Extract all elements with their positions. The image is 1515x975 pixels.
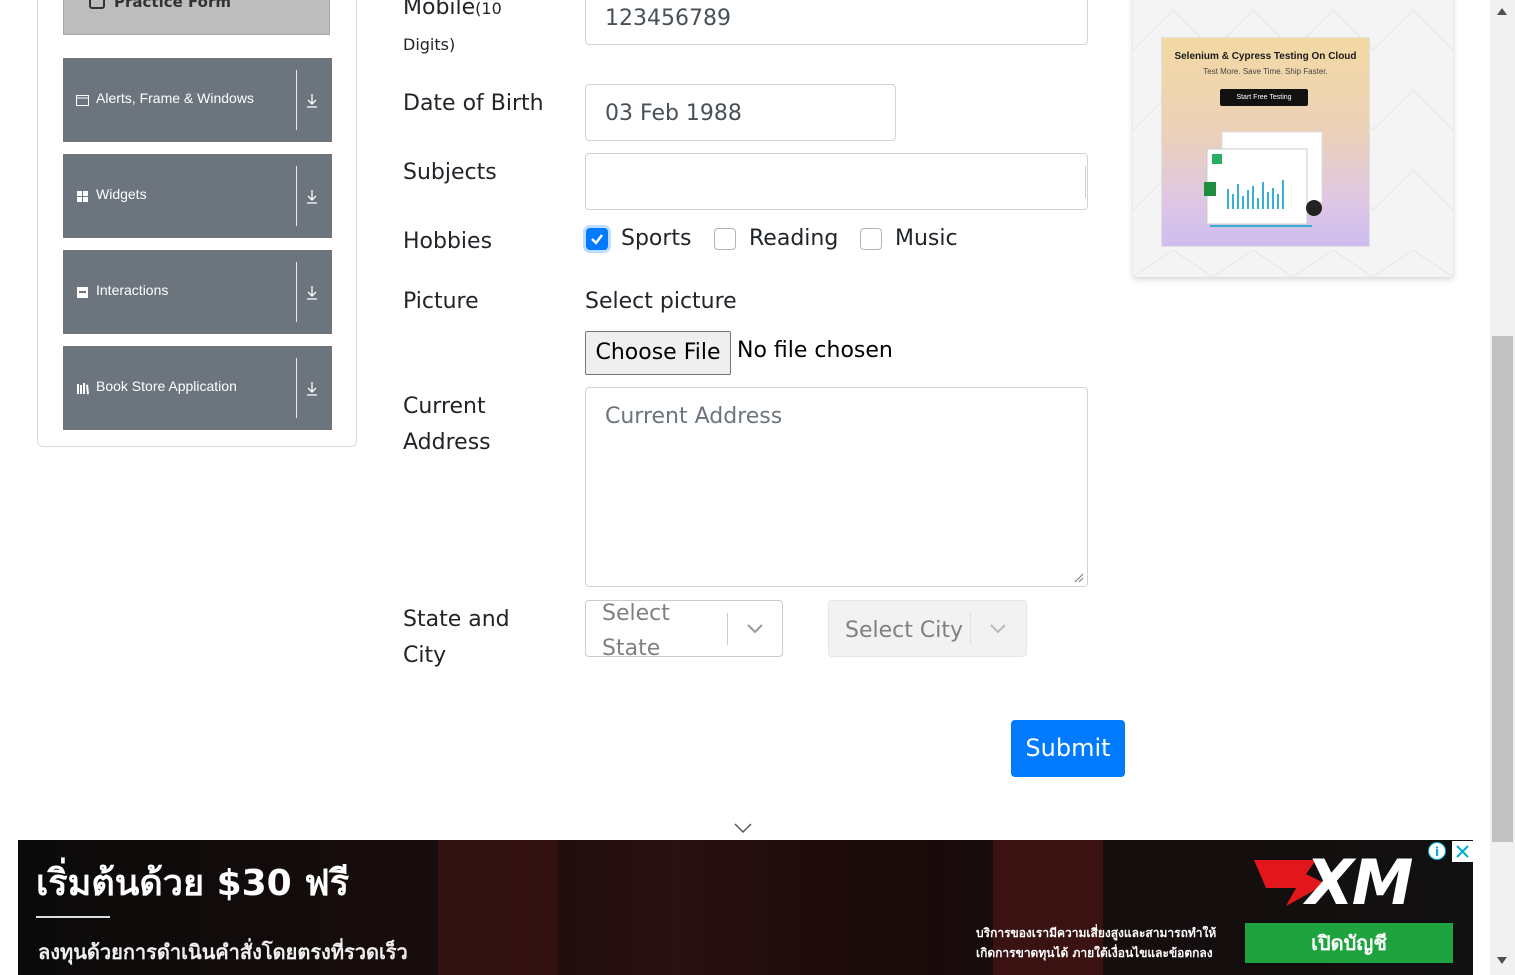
- city-placeholder: Select City: [845, 618, 963, 643]
- submit-button[interactable]: Submit: [1011, 720, 1125, 777]
- close-icon: [1456, 845, 1469, 858]
- side-advertisement[interactable]: Selenium & Cypress Testing On Cloud Test…: [1133, 0, 1453, 277]
- subjects-input[interactable]: [585, 153, 1088, 210]
- state-city-label-1: State and: [403, 607, 510, 632]
- bottom-advertisement[interactable]: เริ่มต้นด้วย $30 ฟรี ลงทุนด้วยการดำเนินค…: [18, 840, 1473, 975]
- city-select[interactable]: Select City: [828, 600, 1027, 657]
- ad-info-icon[interactable]: i: [1428, 842, 1446, 860]
- sidebar-item-label: Interactions: [96, 282, 169, 298]
- resize-grip-icon[interactable]: [1074, 573, 1084, 583]
- state-select[interactable]: Select State: [585, 600, 783, 657]
- hobbies-label: Hobbies: [403, 229, 493, 254]
- interactions-icon: [77, 287, 88, 298]
- ad-card[interactable]: Selenium & Cypress Testing On Cloud Test…: [1161, 37, 1370, 247]
- ad-cta-button[interactable]: Start Free Testing: [1220, 89, 1308, 106]
- scrollbar-thumb[interactable]: [1492, 336, 1513, 842]
- widgets-grid-icon: [77, 191, 88, 202]
- sidebar-item-practice-form[interactable]: Practice Form: [63, 0, 330, 35]
- open-account-button[interactable]: เปิดบัญชี: [1245, 923, 1453, 963]
- choose-file-button[interactable]: Choose File: [585, 331, 731, 375]
- sidebar-item-label: Widgets: [96, 186, 147, 202]
- date-of-birth-input[interactable]: 03 Feb 1988: [585, 84, 896, 141]
- hobby-sports-checkbox[interactable]: [586, 228, 608, 250]
- ad-disclaimer-line-2: เกิดการขาดทุนได้ ภายใต้เงื่อนไขและข้อตกล…: [976, 946, 1213, 960]
- divider: [296, 262, 297, 322]
- form-icon: [89, 0, 105, 9]
- scroll-up-arrow-icon[interactable]: [1497, 8, 1507, 15]
- hobby-music-label[interactable]: Music: [895, 226, 958, 251]
- download-arrow-icon[interactable]: [299, 278, 325, 306]
- sidebar-item-interactions[interactable]: Interactions: [63, 250, 332, 334]
- subjects-label: Subjects: [403, 160, 497, 185]
- download-arrow-icon[interactable]: [299, 182, 325, 210]
- sidebar-item-book-store[interactable]: Book Store Application: [63, 346, 332, 430]
- books-icon: [77, 383, 89, 395]
- chevron-down-icon[interactable]: [746, 621, 764, 635]
- hobby-reading-label[interactable]: Reading: [749, 226, 838, 251]
- divider: [296, 166, 297, 226]
- mobile-label: Mobile(10: [403, 0, 502, 27]
- ad-disclaimer-line-1: บริการของเรามีความเสี่ยงสูงและสามารถทำให…: [976, 926, 1217, 940]
- ad-close-button[interactable]: [1452, 841, 1473, 862]
- scroll-down-arrow-icon[interactable]: [1497, 957, 1507, 964]
- ad-subtitle: Test More. Save Time. Ship Faster.: [1203, 67, 1328, 76]
- mobile-digits-note: (10: [475, 0, 502, 18]
- hobby-reading-checkbox[interactable]: [714, 228, 736, 250]
- ad-brand-logo: XM: [1306, 846, 1413, 919]
- current-address-placeholder: Current Address: [605, 404, 783, 429]
- sidebar-item-label: Book Store Application: [96, 378, 237, 394]
- download-arrow-icon[interactable]: [299, 86, 325, 114]
- ad-divider: [36, 916, 110, 918]
- divider: [296, 70, 297, 130]
- ad-background-block: [438, 840, 558, 975]
- subjects-cursor: [1085, 166, 1086, 198]
- dob-value: 03 Feb 1988: [605, 101, 742, 126]
- ad-disclaimer: บริการของเรามีความเสี่ยงสูงและสามารถทำให…: [976, 923, 1246, 963]
- checkmark-icon: [591, 234, 603, 245]
- file-status-text: No file chosen: [737, 338, 893, 363]
- sidebar-item-alerts-frame-windows[interactable]: Alerts, Frame & Windows: [63, 58, 332, 142]
- download-arrow-icon[interactable]: [299, 374, 325, 402]
- state-city-label-2: City: [403, 643, 447, 668]
- state-placeholder-2: State: [602, 636, 661, 657]
- mobile-input-value: 123456789: [605, 6, 731, 31]
- current-address-label-2: Address: [403, 430, 491, 455]
- window-icon: [76, 95, 89, 106]
- hobby-music-checkbox[interactable]: [860, 228, 882, 250]
- sidebar-item-widgets[interactable]: Widgets: [63, 154, 332, 238]
- chevron-down-icon[interactable]: [989, 621, 1007, 635]
- current-address-label-1: Current: [403, 394, 486, 419]
- state-placeholder-1: Select: [602, 601, 670, 626]
- hobby-sports-label[interactable]: Sports: [621, 226, 692, 251]
- divider: [296, 358, 297, 418]
- mobile-input[interactable]: 123456789: [585, 0, 1088, 45]
- chevron-down-icon[interactable]: [733, 821, 753, 835]
- mobile-digits-note-2: Digits): [403, 35, 456, 54]
- current-address-textarea[interactable]: Current Address: [585, 387, 1088, 587]
- sidebar-item-label: Practice Form: [114, 0, 231, 11]
- ad-subline: ลงทุนด้วยการดำเนินคำสั่งโดยตรงที่รวดเร็ว: [38, 940, 408, 964]
- ad-headline: เริ่มต้นด้วย $30 ฟรี: [36, 863, 350, 904]
- dashboard-illustration-icon: [1204, 131, 1323, 227]
- sidebar-item-label: Alerts, Frame & Windows: [96, 90, 254, 106]
- dob-label: Date of Birth: [403, 91, 544, 116]
- mobile-label-text: Mobile: [403, 0, 476, 20]
- ad-title: Selenium & Cypress Testing On Cloud: [1174, 51, 1357, 62]
- picture-label: Picture: [403, 289, 479, 314]
- select-separator: [970, 613, 971, 645]
- page-scrollbar[interactable]: [1490, 0, 1515, 975]
- select-separator: [727, 613, 728, 645]
- select-picture-text: Select picture: [585, 289, 737, 314]
